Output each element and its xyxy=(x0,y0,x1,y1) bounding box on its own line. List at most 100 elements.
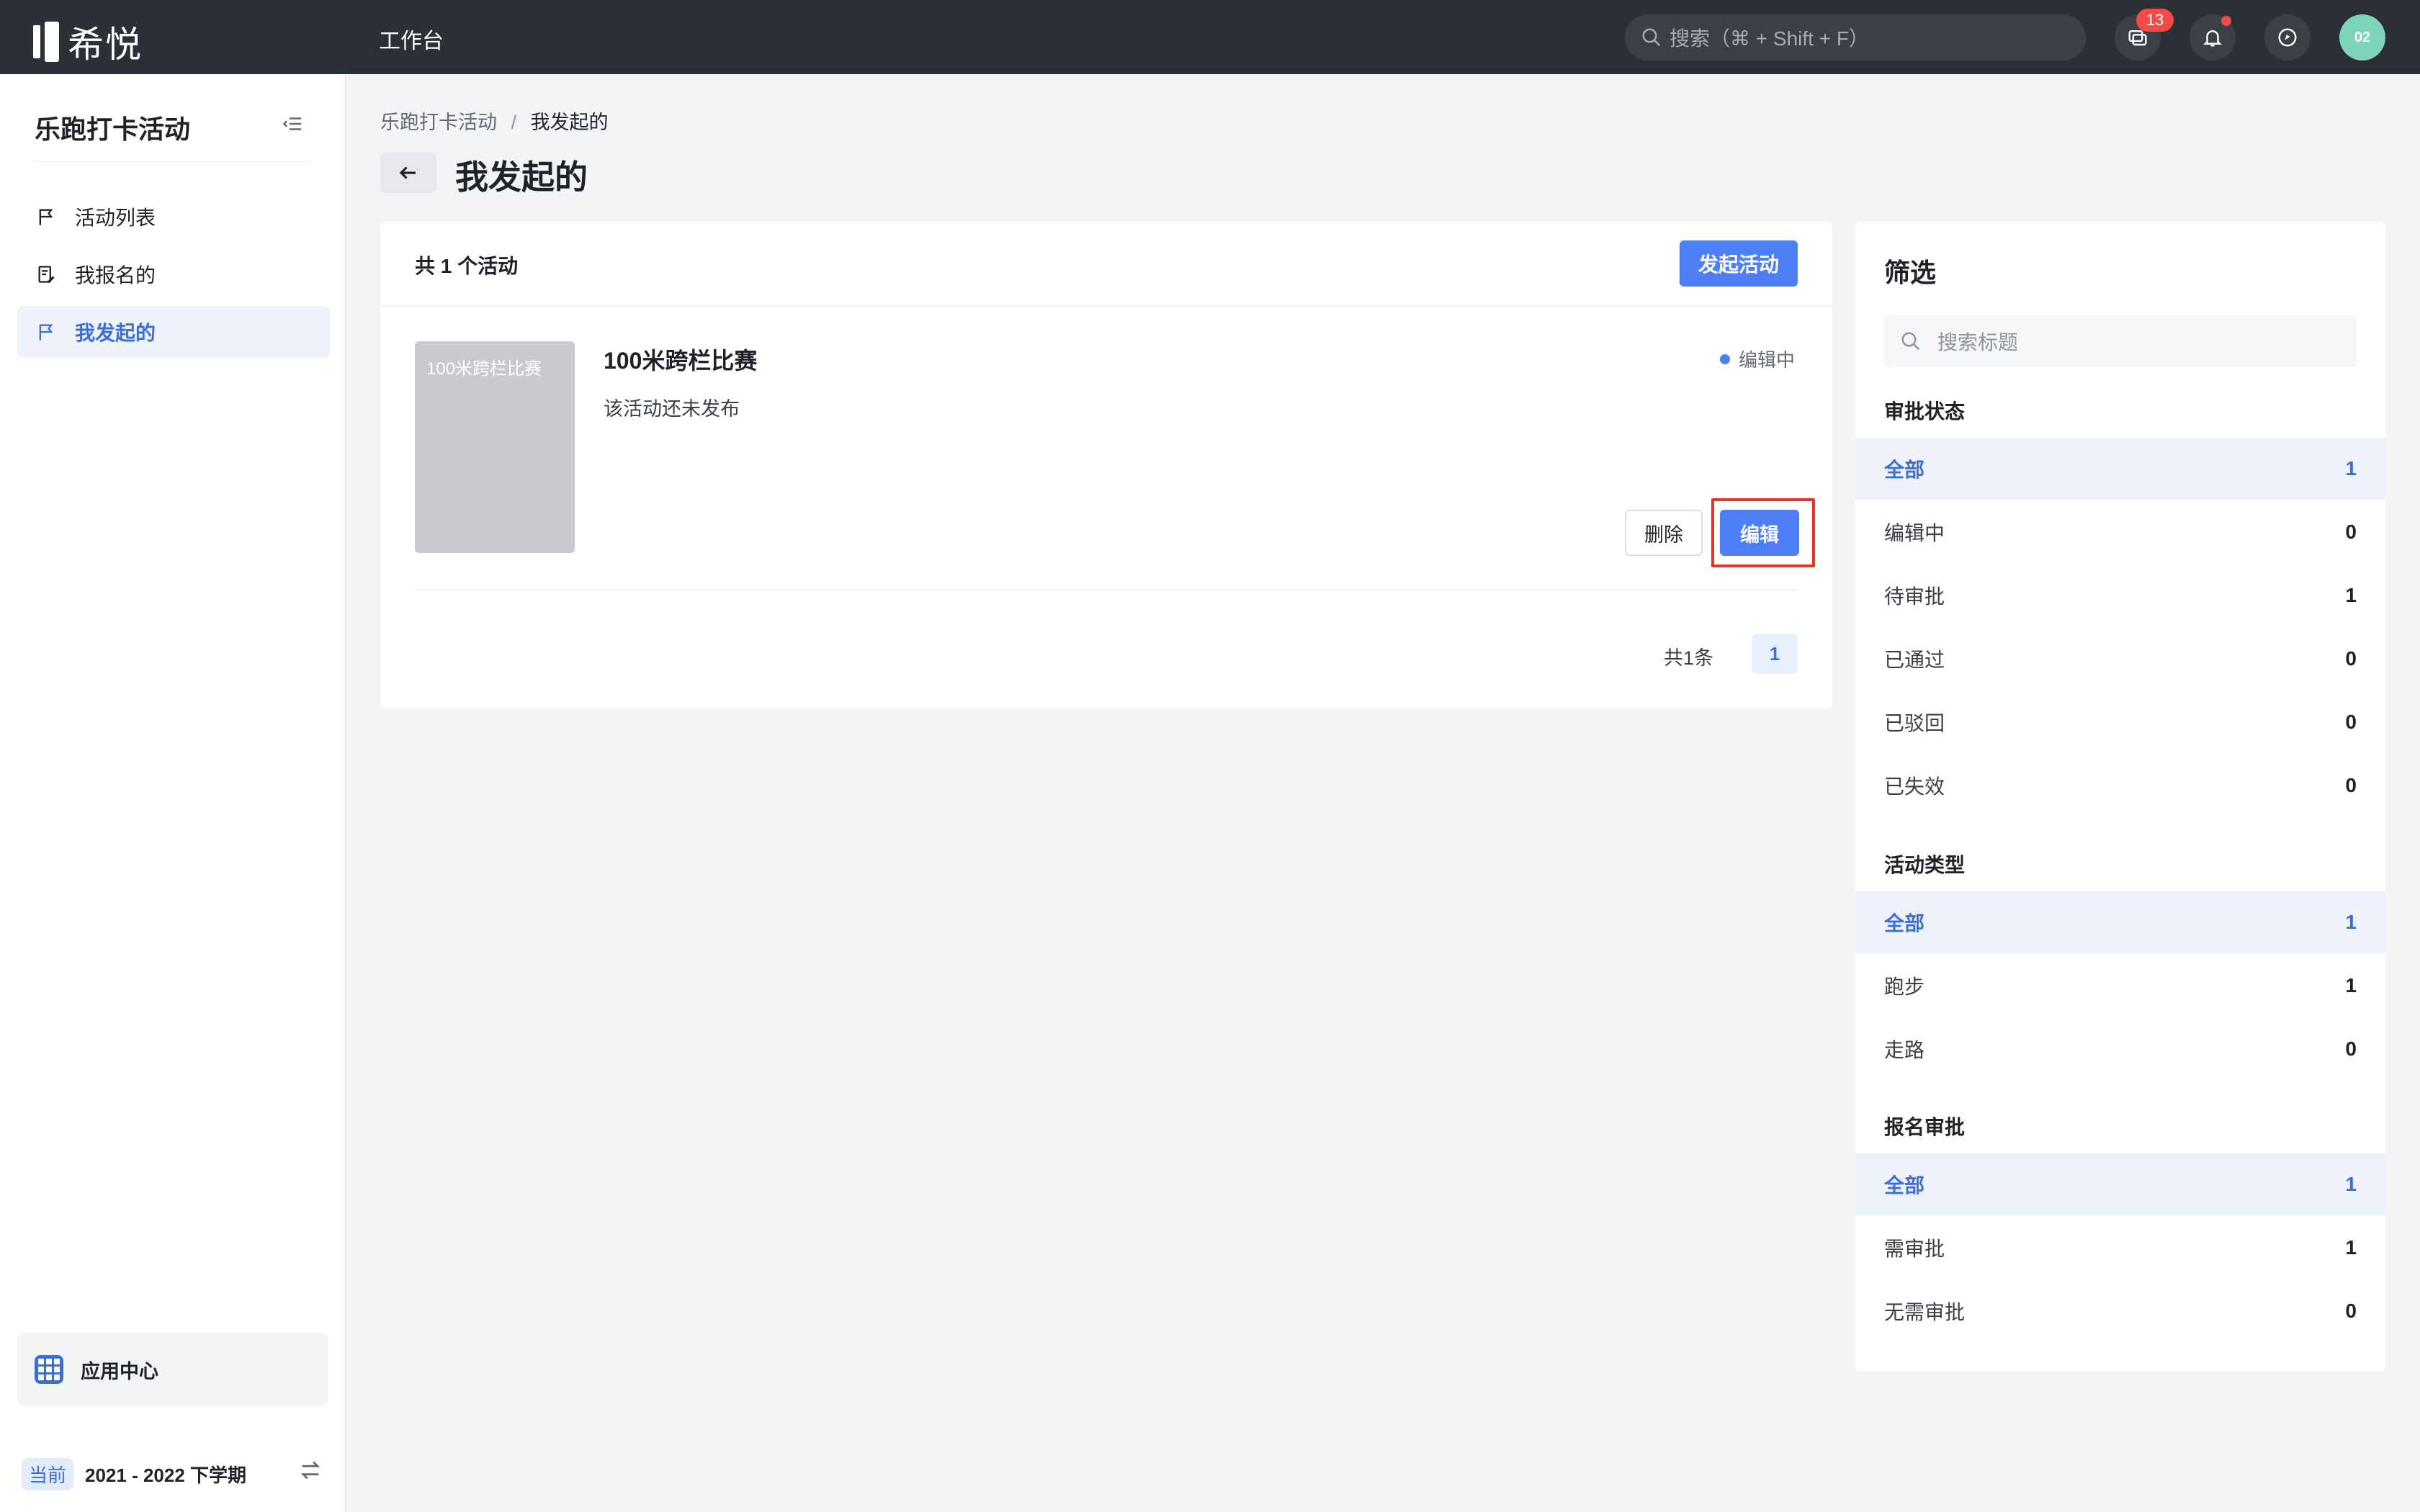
collapse-sidebar-icon[interactable] xyxy=(282,113,304,135)
global-search-input[interactable]: 搜索（⌘ + Shift + F） xyxy=(1625,14,2086,60)
filter-option-count: 0 xyxy=(2345,521,2357,543)
app-center-button[interactable]: 应用中心 xyxy=(17,1333,328,1406)
sidebar-item-my-initiated[interactable]: 我发起的 xyxy=(17,306,330,358)
filter-panel: 筛选 搜索标题 审批状态 全部 1 编辑中 0 待审批 1 已通过 0 已驳回 0 已失效… xyxy=(1855,222,2385,1371)
activity-total-label: 共 1 个活动 xyxy=(415,255,519,277)
filter-option-label: 全部 xyxy=(1884,1174,1925,1197)
status-label: 编辑中 xyxy=(1739,349,1796,371)
filter-option-label: 无需审批 xyxy=(1884,1301,1966,1323)
filter-option-type-all[interactable]: 全部 1 xyxy=(1855,891,2385,953)
sidebar: 乐跑打卡活动 活动列表 我报名的 我发起的 应用中心 当前 2021 - 202… xyxy=(0,74,346,1512)
filter-option-type-walking[interactable]: 走路 0 xyxy=(1855,1018,2385,1080)
swap-icon[interactable] xyxy=(298,1458,323,1482)
filter-option-count: 1 xyxy=(2345,974,2357,996)
filter-option-label: 待审批 xyxy=(1884,585,1945,608)
brand-logo[interactable]: 希悦 xyxy=(33,16,143,68)
pagination-total: 共1条 xyxy=(1664,647,1714,669)
notifications-button[interactable] xyxy=(2190,14,2236,60)
app-switch-button[interactable] xyxy=(2264,14,2311,60)
filter-option-label: 全部 xyxy=(1884,912,1925,935)
filter-title: 筛选 xyxy=(1884,258,1937,287)
sidebar-item-label: 活动列表 xyxy=(75,207,156,229)
compass-icon xyxy=(2278,28,2297,47)
app-root: 希悦 工作台 搜索（⌘ + Shift + F） 13 02 乐跑打卡活动 活动… xyxy=(0,0,2420,1512)
app-grid-icon xyxy=(35,1355,63,1384)
messages-button[interactable]: 13 xyxy=(2115,9,2174,60)
sidebar-item-my-registrations[interactable]: 我报名的 xyxy=(17,248,330,300)
search-icon xyxy=(1901,332,1920,351)
filter-section-activity-type: 活动类型 xyxy=(1884,854,1966,876)
logo-text: 希悦 xyxy=(68,24,143,65)
notification-dot xyxy=(2221,16,2231,26)
filter-option-type-running[interactable]: 跑步 1 xyxy=(1855,955,2385,1017)
activity-title[interactable]: 100米跨栏比赛 xyxy=(604,343,757,376)
workbench-tab[interactable]: 工作台 xyxy=(379,23,444,55)
breadcrumb-separator: / xyxy=(511,112,517,133)
create-activity-button[interactable]: 发起活动 xyxy=(1680,240,1798,287)
filter-option-approval-all[interactable]: 全部 1 xyxy=(1855,438,2385,500)
top-bar: 希悦 工作台 搜索（⌘ + Shift + F） 13 02 xyxy=(0,0,2420,74)
sidebar-title: 乐跑打卡活动 xyxy=(35,114,191,144)
filter-option-count: 0 xyxy=(2345,647,2357,670)
sidebar-item-label: 我报名的 xyxy=(75,264,156,287)
filter-option-count: 1 xyxy=(2345,911,2357,933)
user-avatar[interactable]: 02 xyxy=(2339,14,2385,60)
filter-option-approval-rejected[interactable]: 已驳回 0 xyxy=(1855,691,2385,753)
breadcrumb: 乐跑打卡活动 / 我发起的 xyxy=(380,107,609,135)
filter-option-count: 1 xyxy=(2345,584,2357,606)
message-count-badge: 13 xyxy=(2136,9,2174,32)
filter-option-count: 1 xyxy=(2345,1173,2357,1195)
filter-option-label: 走路 xyxy=(1884,1039,1925,1061)
filter-option-label: 已驳回 xyxy=(1884,712,1945,734)
logo-mark-icon xyxy=(33,22,59,62)
sidebar-item-activity-list[interactable]: 活动列表 xyxy=(17,191,330,243)
list-divider xyxy=(415,589,1798,590)
activity-description: 该活动还未发布 xyxy=(604,398,740,420)
filter-option-registration-all[interactable]: 全部 1 xyxy=(1855,1153,2385,1215)
filter-option-label: 需审批 xyxy=(1884,1238,1945,1260)
list-card-header: 共 1 个活动 发起活动 xyxy=(380,222,1832,307)
status-badge: 编辑中 xyxy=(1720,346,1795,372)
breadcrumb-parent-link[interactable]: 乐跑打卡活动 xyxy=(380,112,497,133)
filter-option-label: 跑步 xyxy=(1884,976,1925,998)
flag-icon xyxy=(39,324,53,341)
filter-option-approval-approved[interactable]: 已通过 0 xyxy=(1855,628,2385,690)
filter-option-count: 1 xyxy=(2345,1236,2357,1259)
search-icon xyxy=(1642,28,1661,47)
filter-option-count: 0 xyxy=(2345,1038,2357,1060)
semester-label: 2021 - 2022 下学期 xyxy=(85,1464,247,1486)
edit-button[interactable]: 编辑 xyxy=(1720,510,1799,556)
semester-current-tag: 当前 xyxy=(22,1458,74,1490)
bell-icon xyxy=(2202,30,2223,47)
activity-thumbnail[interactable]: 100米跨栏比赛 xyxy=(415,341,575,553)
arrow-left-icon xyxy=(399,166,416,179)
edit-doc-icon xyxy=(38,266,55,283)
delete-button[interactable]: 删除 xyxy=(1625,510,1703,556)
status-dot-icon xyxy=(1720,354,1730,364)
sidebar-divider xyxy=(35,161,311,162)
filter-option-count: 0 xyxy=(2345,774,2357,796)
global-search-placeholder: 搜索（⌘ + Shift + F） xyxy=(1670,27,1869,50)
filter-option-label: 全部 xyxy=(1884,459,1925,481)
filter-option-count: 0 xyxy=(2345,1300,2357,1322)
filter-option-approval-expired[interactable]: 已失效 0 xyxy=(1855,755,2385,816)
sidebar-item-label: 我发起的 xyxy=(75,322,156,344)
filter-option-label: 已失效 xyxy=(1884,775,1945,798)
filter-option-approval-pending[interactable]: 待审批 1 xyxy=(1855,564,2385,626)
filter-option-count: 0 xyxy=(2345,711,2357,733)
breadcrumb-current: 我发起的 xyxy=(530,112,609,133)
filter-section-approval-status: 审批状态 xyxy=(1884,400,1966,423)
filter-option-approval-editing[interactable]: 编辑中 0 xyxy=(1855,501,2385,563)
pagination-page-1[interactable]: 1 xyxy=(1752,634,1798,674)
filter-option-label: 编辑中 xyxy=(1884,522,1945,544)
filter-search-input[interactable]: 搜索标题 xyxy=(1884,315,2357,367)
page-title: 我发起的 xyxy=(455,158,588,196)
filter-option-count: 1 xyxy=(2345,457,2357,480)
flag-icon xyxy=(39,209,53,225)
filter-option-registration-required[interactable]: 需审批 1 xyxy=(1855,1217,2385,1279)
app-center-label: 应用中心 xyxy=(81,1360,158,1382)
back-button[interactable] xyxy=(380,153,436,193)
filter-section-registration-approval: 报名审批 xyxy=(1884,1116,1966,1138)
semester-selector[interactable]: 当前 2021 - 2022 下学期 xyxy=(22,1458,246,1490)
filter-option-registration-not-required[interactable]: 无需审批 0 xyxy=(1855,1280,2385,1342)
